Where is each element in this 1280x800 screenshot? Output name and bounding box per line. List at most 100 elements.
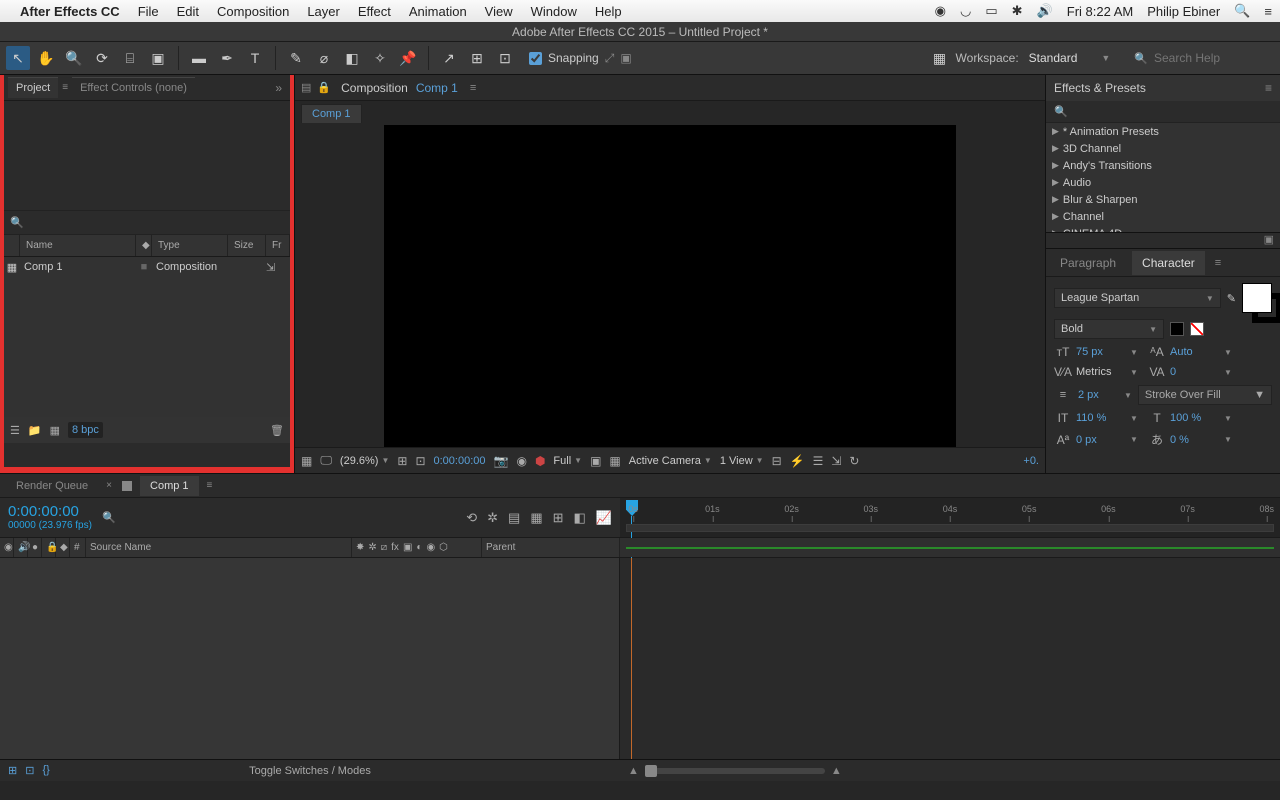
interpret-footage-icon[interactable]: ☰ bbox=[10, 424, 20, 437]
zoom-in-icon[interactable]: ▲ bbox=[831, 765, 842, 777]
exposure-value[interactable]: +0. bbox=[1023, 455, 1039, 467]
dropdown-arrow-icon[interactable]: ▼ bbox=[1130, 368, 1144, 377]
ep-item-3d-channel[interactable]: ▶3D Channel bbox=[1046, 140, 1280, 157]
puppet-tool-icon[interactable]: 📌 bbox=[396, 46, 420, 70]
comp-subtab[interactable]: Comp 1 bbox=[301, 104, 362, 123]
tracking-value[interactable]: 0 bbox=[1170, 366, 1220, 378]
ep-item-blur-sharpen[interactable]: ▶Blur & Sharpen bbox=[1046, 191, 1280, 208]
toggle-switches-modes[interactable]: Toggle Switches / Modes bbox=[249, 765, 371, 777]
font-style-dropdown[interactable]: Bold▼ bbox=[1054, 319, 1164, 339]
snapshot-icon[interactable]: 📷 bbox=[494, 454, 509, 468]
local-axis-icon[interactable]: ↗ bbox=[437, 46, 461, 70]
menu-view[interactable]: View bbox=[485, 4, 513, 19]
comp-tab-menu-icon[interactable]: ≡ bbox=[470, 82, 476, 94]
render-icon[interactable]: ▤ bbox=[301, 81, 311, 94]
col-switches[interactable]: ✸ ✲ ⧄ fx ▣ ◐ ◉ ⬡ bbox=[352, 538, 482, 557]
dropdown-arrow-icon[interactable]: ▼ bbox=[1130, 414, 1144, 423]
selection-tool-icon[interactable]: ↖ bbox=[6, 46, 30, 70]
color-mgmt-icon[interactable]: ⬢ bbox=[535, 454, 545, 468]
eraser-tool-icon[interactable]: ◧ bbox=[340, 46, 364, 70]
camera-tool-icon[interactable]: ⌸ bbox=[118, 46, 142, 70]
timeline-tab-menu-icon[interactable]: ≡ bbox=[207, 480, 213, 491]
dropdown-arrow-icon[interactable]: ▼ bbox=[1130, 348, 1144, 357]
stroke-width-value[interactable]: 2 px bbox=[1078, 389, 1118, 401]
hscale-value[interactable]: 100 % bbox=[1170, 412, 1220, 424]
no-color-swatch[interactable] bbox=[1190, 322, 1204, 336]
col-solo-icon[interactable]: ● bbox=[28, 538, 42, 557]
col-parent[interactable]: Parent bbox=[482, 538, 620, 557]
trash-icon[interactable]: 🗑 bbox=[270, 424, 284, 437]
view-dropdown[interactable]: 1 View▼ bbox=[720, 455, 764, 467]
fill-color-swatch[interactable] bbox=[1242, 283, 1272, 313]
new-bin-icon[interactable]: ▣ bbox=[1264, 233, 1274, 248]
spotlight-icon[interactable]: 🔍 bbox=[1234, 3, 1250, 19]
col-name[interactable]: Name bbox=[20, 235, 136, 256]
project-tab[interactable]: Project bbox=[8, 77, 58, 98]
motion-blur-icon[interactable]: ▦ bbox=[530, 510, 542, 526]
rotate-tool-icon[interactable]: ⟳ bbox=[90, 46, 114, 70]
col-label-icon[interactable]: ◆ bbox=[136, 235, 152, 256]
col-size[interactable]: Size bbox=[228, 235, 266, 256]
col-number[interactable]: # bbox=[70, 538, 86, 557]
col-type[interactable]: Type bbox=[152, 235, 228, 256]
menu-composition[interactable]: Composition bbox=[217, 4, 289, 19]
timeline-icon[interactable]: ☰ bbox=[813, 454, 824, 468]
effects-presets-header[interactable]: Effects & Presets ≡ bbox=[1046, 75, 1280, 101]
comp-tab-name[interactable]: Comp 1 bbox=[416, 81, 458, 95]
composition-viewport[interactable] bbox=[385, 126, 955, 446]
project-list[interactable]: ▦ Comp 1 ■ Composition ⇲ bbox=[4, 257, 290, 417]
type-tool-icon[interactable]: T bbox=[243, 46, 267, 70]
zoom-tool-icon[interactable]: 🔍 bbox=[62, 46, 86, 70]
tab-close-icon[interactable]: × bbox=[106, 480, 112, 491]
project-item-comp1[interactable]: ▦ Comp 1 ■ Composition ⇲ bbox=[4, 257, 290, 277]
stroke-mode-dropdown[interactable]: Stroke Over Fill▼ bbox=[1138, 385, 1272, 405]
fast-preview-icon[interactable]: ⚡ bbox=[790, 454, 805, 468]
world-axis-icon[interactable]: ⊞ bbox=[465, 46, 489, 70]
vscale-value[interactable]: 110 % bbox=[1076, 412, 1126, 424]
resolution-dropdown[interactable]: Full▼ bbox=[553, 455, 582, 467]
shy-icon[interactable]: ⟲ bbox=[466, 510, 477, 526]
wifi-icon[interactable]: ◡ bbox=[960, 3, 971, 19]
menu-layer[interactable]: Layer bbox=[307, 4, 340, 19]
hand-tool-icon[interactable]: ✋ bbox=[34, 46, 58, 70]
new-comp-icon[interactable]: ▦ bbox=[50, 424, 60, 437]
dropdown-arrow-icon[interactable]: ▼ bbox=[1124, 391, 1132, 400]
render-queue-tab[interactable]: Render Queue bbox=[6, 476, 98, 496]
clone-tool-icon[interactable]: ⌀ bbox=[312, 46, 336, 70]
view-axis-icon[interactable]: ⊡ bbox=[493, 46, 517, 70]
lock-icon[interactable]: 🔒 bbox=[317, 81, 331, 94]
effect-controls-tab[interactable]: Effect Controls (none) bbox=[72, 77, 195, 98]
volume-icon[interactable]: 🔊 bbox=[1037, 3, 1053, 19]
workspace-dropdown[interactable]: Standard bbox=[1029, 51, 1078, 65]
snapping-toggle[interactable]: Snapping ⤢ ▣ bbox=[529, 51, 632, 66]
menu-file[interactable]: File bbox=[138, 4, 159, 19]
transparency-icon[interactable]: ▣ bbox=[590, 454, 601, 468]
leading-value[interactable]: Auto bbox=[1170, 346, 1220, 358]
alpha-icon[interactable]: ▦ bbox=[301, 454, 312, 468]
toggle-switch-icon[interactable]: ⊞ bbox=[8, 764, 17, 777]
comp-timecode[interactable]: 0:00:00:00 bbox=[434, 455, 486, 467]
col-label-icon[interactable]: ◆ bbox=[56, 538, 70, 557]
display-icon[interactable]: ▭ bbox=[985, 3, 997, 19]
project-tab-menu-icon[interactable]: ≡ bbox=[62, 82, 68, 93]
pen-tool-icon[interactable]: ✒ bbox=[215, 46, 239, 70]
toggle-switch-icon[interactable]: ⊡ bbox=[25, 764, 34, 777]
app-menu[interactable]: After Effects CC bbox=[20, 4, 120, 19]
col-audio-icon[interactable]: 🔊 bbox=[14, 538, 28, 557]
dropdown-arrow-icon[interactable]: ▼ bbox=[1224, 414, 1238, 423]
menu-edit[interactable]: Edit bbox=[177, 4, 199, 19]
ep-item-channel[interactable]: ▶Channel bbox=[1046, 208, 1280, 225]
toggle-switch-icon[interactable]: {} bbox=[42, 764, 49, 777]
zoom-out-icon[interactable]: ▲ bbox=[628, 765, 639, 777]
timeline-comp-tab[interactable]: Comp 1 bbox=[140, 476, 199, 496]
new-folder-icon[interactable]: 📁 bbox=[28, 424, 42, 437]
menu-help[interactable]: Help bbox=[595, 4, 622, 19]
clock[interactable]: Fri 8:22 AM bbox=[1067, 4, 1133, 19]
search-help[interactable]: 🔍 bbox=[1134, 51, 1274, 65]
timeline-search-icon[interactable]: 🔍 bbox=[102, 511, 116, 524]
kerning-value[interactable]: Metrics bbox=[1076, 366, 1126, 378]
panel-overflow-icon[interactable]: » bbox=[271, 81, 286, 95]
project-search[interactable]: 🔍 bbox=[4, 211, 290, 235]
black-swatch[interactable] bbox=[1170, 322, 1184, 336]
graph-icon[interactable]: 📈 bbox=[596, 510, 612, 526]
